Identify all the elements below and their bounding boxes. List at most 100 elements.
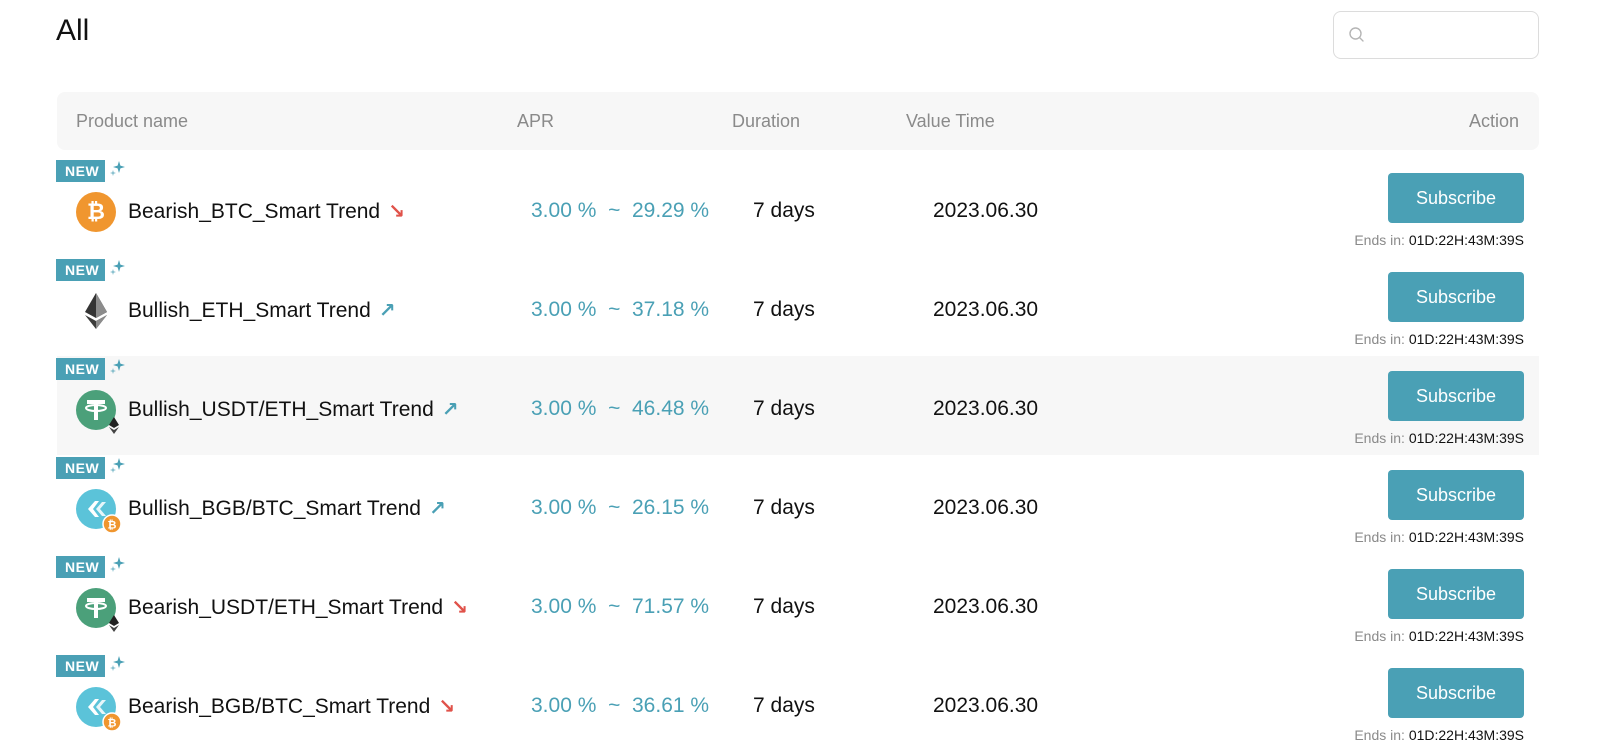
usdt-eth-icon (76, 588, 119, 632)
search-input[interactable] (1374, 25, 1528, 45)
search-icon (1349, 27, 1364, 42)
apr-min: 3.00 % (531, 694, 597, 717)
product-name-label: Bullish_BGB/BTC_Smart Trend (128, 496, 421, 520)
new-badge: NEW (56, 457, 106, 479)
ends-in: Ends in: 01D:22H:43M:39S (1354, 430, 1524, 446)
table-header: Product name APR Duration Value Time Act… (57, 92, 1539, 150)
duration: 7 days (753, 694, 815, 717)
ends-in-label: Ends in: (1354, 529, 1405, 545)
apr-separator: ~ (608, 199, 621, 222)
countdown: 01D:22H:43M:39S (1408, 430, 1524, 446)
value-time: 2023.06.30 (933, 694, 1039, 717)
product-name[interactable]: Bullish_USDT/ETH_Smart Trend ↗ (128, 397, 459, 422)
product-name[interactable]: Bullish_BGB/BTC_Smart Trend ↗ (128, 496, 446, 521)
value-time: 2023.06.30 (933, 496, 1039, 519)
apr-range: 3.00 % ~ 71.57 % (531, 595, 709, 619)
apr-separator: ~ (608, 595, 621, 618)
duration: 7 days (753, 298, 815, 321)
subscribe-button[interactable]: Subscribe (1388, 668, 1524, 718)
ends-in: Ends in: 01D:22H:43M:39S (1354, 529, 1524, 545)
apr-range: 3.00 % ~ 36.61 % (531, 694, 709, 718)
ends-in-label: Ends in: (1354, 232, 1405, 248)
header-value-time: Value Time (906, 111, 995, 131)
countdown: 01D:22H:43M:39S (1408, 232, 1524, 248)
product-name[interactable]: Bullish_ETH_Smart Trend ↗ (128, 298, 396, 323)
subscribe-button[interactable]: Subscribe (1388, 371, 1524, 421)
sparkle-icon (110, 655, 126, 676)
ends-in: Ends in: 01D:22H:43M:39S (1354, 232, 1524, 248)
ends-in: Ends in: 01D:22H:43M:39S (1354, 727, 1524, 743)
apr-range: 3.00 % ~ 29.29 % (531, 199, 709, 223)
table-row: NEW ₿ Bearish_BGB/BTC_Smart Trend ↘ 3.00… (56, 653, 1539, 752)
apr-max: 36.61 % (632, 694, 710, 717)
trend-down-icon: ↘ (438, 696, 456, 718)
trend-down-icon: ↘ (451, 597, 468, 619)
apr-min: 3.00 % (531, 595, 597, 618)
svg-text:₿: ₿ (108, 717, 117, 730)
table-row: NEW ₿ Bullish_BGB/BTC_Smart Trend ↗ 3.00… (56, 455, 1539, 554)
subscribe-button[interactable]: Subscribe (1388, 272, 1524, 322)
subscribe-button[interactable]: Subscribe (1388, 569, 1524, 619)
ends-in-label: Ends in: (1354, 727, 1405, 743)
value-time: 2023.06.30 (933, 595, 1039, 618)
duration: 7 days (753, 199, 815, 222)
apr-min: 3.00 % (531, 199, 597, 222)
svg-text:₿: ₿ (87, 200, 105, 225)
apr-max: 71.57 % (632, 595, 710, 618)
table-row: NEW ₿ Bearish_BTC_Smart Trend ↘ 3.00 % ~… (56, 158, 1539, 257)
subscribe-button[interactable]: Subscribe (1388, 173, 1524, 223)
product-name-label: Bearish_USDT/ETH_Smart Trend (128, 595, 444, 619)
countdown: 01D:22H:43M:39S (1408, 727, 1524, 743)
apr-max: 29.29 % (632, 199, 710, 222)
page-title: All (56, 14, 90, 47)
search-box[interactable] (1333, 11, 1539, 59)
value-time: 2023.06.30 (933, 397, 1039, 420)
trend-up-icon: ↗ (441, 399, 459, 421)
duration: 7 days (753, 595, 815, 618)
sparkle-icon (110, 160, 126, 181)
apr-range: 3.00 % ~ 46.48 % (531, 397, 709, 421)
product-list: NEW ₿ Bearish_BTC_Smart Trend ↘ 3.00 % ~… (56, 158, 1539, 752)
bgb-btc-icon: ₿ (76, 489, 122, 534)
usdt-eth-icon (76, 390, 119, 434)
countdown: 01D:22H:43M:39S (1408, 529, 1524, 545)
product-name-label: Bearish_BTC_Smart Trend (128, 199, 381, 223)
table-row: NEW Bearish_USDT/ETH_Smart Trend ↘ 3.00 … (56, 554, 1539, 653)
product-name-label: Bullish_ETH_Smart Trend (128, 298, 371, 322)
new-badge: NEW (56, 259, 106, 281)
product-name[interactable]: Bearish_BTC_Smart Trend ↘ (128, 199, 405, 224)
apr-range: 3.00 % ~ 37.18 % (531, 298, 709, 322)
sparkle-icon (110, 457, 126, 478)
bgb-btc-icon: ₿ (76, 687, 122, 732)
trend-up-icon: ↗ (378, 300, 396, 322)
sparkle-icon (110, 358, 126, 379)
sparkle-icon (110, 259, 126, 280)
apr-min: 3.00 % (531, 397, 597, 420)
apr-separator: ~ (608, 496, 621, 519)
svg-text:₿: ₿ (108, 519, 117, 532)
duration: 7 days (753, 496, 815, 519)
apr-max: 26.15 % (632, 496, 710, 519)
table-row: NEW Bullish_ETH_Smart Trend ↗ 3.00 % ~ 3… (56, 257, 1539, 356)
trend-up-icon: ↗ (428, 498, 446, 520)
sparkle-icon (110, 556, 126, 577)
apr-separator: ~ (608, 694, 621, 717)
new-badge: NEW (56, 358, 106, 380)
value-time: 2023.06.30 (933, 199, 1039, 222)
countdown: 01D:22H:43M:39S (1408, 331, 1524, 347)
new-badge: NEW (56, 556, 106, 578)
apr-separator: ~ (608, 397, 621, 420)
product-name[interactable]: Bearish_USDT/ETH_Smart Trend ↘ (128, 595, 468, 620)
header-duration: Duration (732, 111, 801, 131)
ends-in-label: Ends in: (1354, 430, 1405, 446)
apr-min: 3.00 % (531, 496, 597, 519)
product-name-label: Bearish_BGB/BTC_Smart Trend (128, 694, 431, 718)
trend-down-icon: ↘ (388, 201, 405, 223)
ends-in: Ends in: 01D:22H:43M:39S (1354, 628, 1524, 644)
product-name[interactable]: Bearish_BGB/BTC_Smart Trend ↘ (128, 694, 455, 719)
apr-min: 3.00 % (531, 298, 597, 321)
header-action: Action (1468, 111, 1519, 131)
table-row: NEW Bullish_USDT/ETH_Smart Trend ↗ 3.00 … (56, 356, 1539, 455)
value-time: 2023.06.30 (933, 298, 1039, 321)
subscribe-button[interactable]: Subscribe (1388, 470, 1524, 520)
